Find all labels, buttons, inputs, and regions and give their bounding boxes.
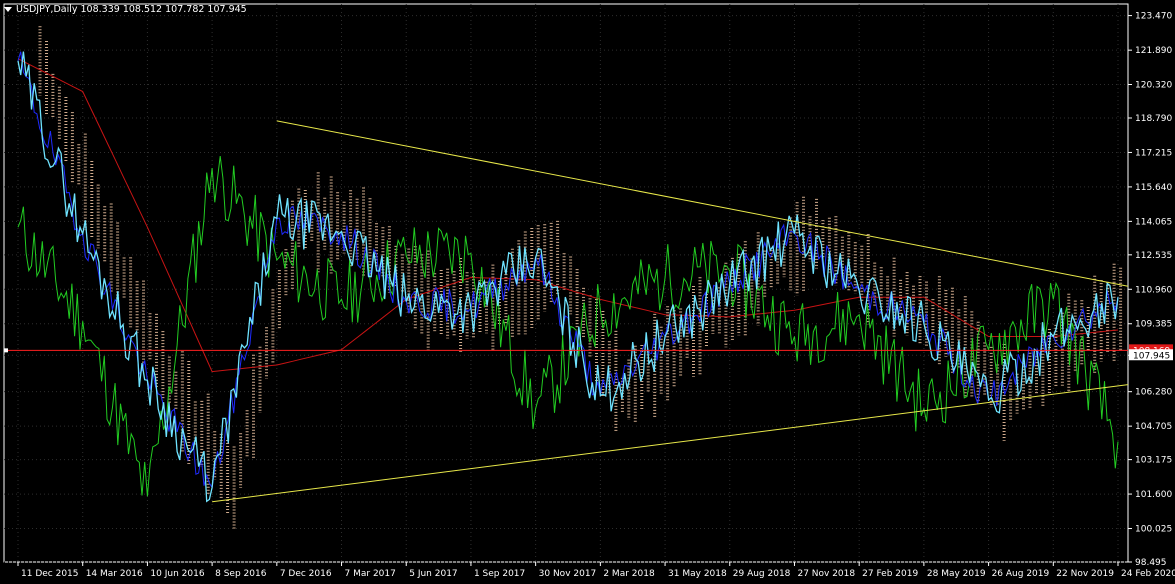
- menu-triangle-icon[interactable]: [4, 7, 12, 12]
- y-tick-label: 110.960: [1135, 285, 1172, 295]
- y-tick-label: 103.175: [1135, 456, 1172, 466]
- y-tick-label: 115.640: [1135, 183, 1172, 193]
- y-tick-label: 121.890: [1135, 46, 1172, 56]
- x-tick-label: 10 Jun 2016: [150, 569, 204, 579]
- trendline: [212, 384, 1129, 503]
- y-tick-label: 109.385: [1135, 320, 1172, 330]
- x-tick-label: 11 Dec 2015: [21, 569, 79, 579]
- x-tick-label: 7 Dec 2016: [280, 569, 332, 579]
- x-tick-label: 30 Nov 2017: [539, 569, 597, 579]
- x-tick-label: 7 Mar 2017: [345, 569, 396, 579]
- x-tick-label: 14 Mar 2016: [86, 569, 143, 579]
- y-tick-label: 101.600: [1135, 490, 1172, 500]
- trendline: [276, 120, 1129, 287]
- ohlc-label: 108.339 108.512 107.782 107.945: [80, 4, 247, 15]
- y-tick-label: 118.790: [1135, 114, 1172, 124]
- y-tick-label: 112.535: [1135, 251, 1172, 261]
- x-tick-label: 26 Aug 2019: [992, 569, 1050, 579]
- chart-window: 123.470 121.890 120.320 118.790 117.215 115.6…: [0, 0, 1175, 584]
- ichimoku-cloud: [38, 26, 1123, 529]
- x-tick-label: 1 Sep 2017: [474, 569, 525, 579]
- y-tick-label: 100.025: [1135, 525, 1172, 535]
- x-tick-label: 28 May 2019: [927, 569, 986, 579]
- x-tick-label: 27 Nov 2018: [797, 569, 855, 579]
- y-tick-label: 98.495: [1135, 558, 1167, 568]
- x-tick-label: 22 Nov 2019: [1056, 569, 1114, 579]
- x-tick-label: 31 May 2018: [668, 569, 727, 579]
- y-tick-label: 104.705: [1135, 422, 1172, 432]
- x-tick-label: 29 Aug 2018: [733, 569, 791, 579]
- y-tick-label: 120.320: [1135, 81, 1172, 91]
- y-tick-label: 117.215: [1135, 148, 1172, 158]
- x-tick-label: 8 Sep 2016: [215, 569, 267, 579]
- x-tick-label: 5 Jun 2017: [409, 569, 457, 579]
- last-price-label: 107.945: [1133, 351, 1170, 361]
- tenkan-line: [17, 51, 1119, 489]
- y-tick-label: 123.470: [1135, 12, 1172, 22]
- price-chart[interactable]: 123.470 121.890 120.320 118.790 117.215 115.6…: [0, 0, 1175, 584]
- y-tick-label: 114.065: [1135, 217, 1172, 227]
- x-tick-label: 27 Feb 2019: [862, 569, 918, 579]
- symbol-label: USDJPY,Daily: [16, 4, 78, 15]
- x-tick-label: 24 Feb 2020: [1121, 569, 1175, 579]
- x-tick-label: 2 Mar 2018: [603, 569, 655, 579]
- level-handle: [4, 348, 8, 353]
- chart-header: USDJPY,Daily 108.339 108.512 107.782 107…: [4, 3, 247, 17]
- y-tick-label: 106.280: [1135, 388, 1172, 398]
